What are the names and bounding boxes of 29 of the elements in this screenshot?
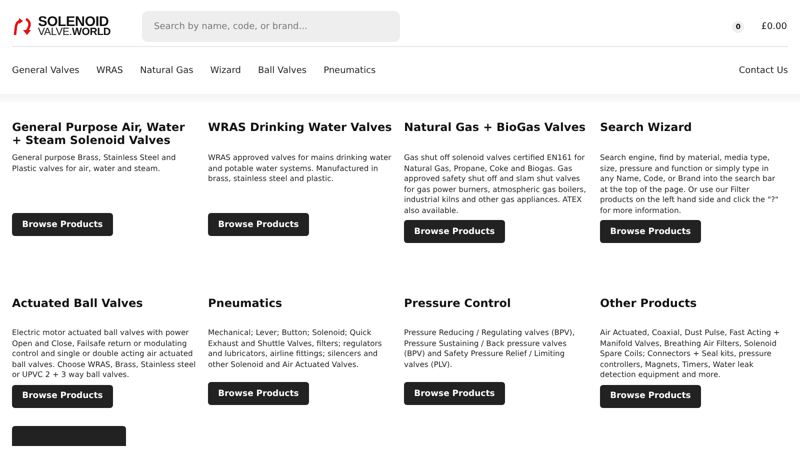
browse-button[interactable]: Browse Products <box>404 220 505 243</box>
browse-button[interactable]: Browse Products <box>404 382 505 405</box>
cart-total[interactable]: £0.00 <box>761 22 787 32</box>
category-title: Pressure Control <box>404 298 512 312</box>
browse-button[interactable] <box>12 426 126 446</box>
category-title: Natural Gas + BioGas Valves <box>404 122 587 136</box>
nav-link[interactable]: Natural Gas <box>140 66 194 76</box>
browse-button[interactable]: Browse Products <box>600 220 701 243</box>
category-title: Other Products <box>600 298 698 312</box>
browse-button[interactable]: Browse Products <box>208 382 309 405</box>
nav-link[interactable]: WRAS <box>96 66 124 76</box>
category-title: Pneumatics <box>208 298 284 312</box>
browse-button[interactable]: Browse Products <box>12 384 113 408</box>
browse-button[interactable]: Browse Products <box>208 213 309 236</box>
category-title: Search Wizard <box>600 122 693 136</box>
nav-link[interactable]: Wizard <box>210 66 241 76</box>
category-title: General Purpose Air, Water + Steam Solenoid Valves <box>12 122 186 147</box>
nav-link[interactable]: Pneumatics <box>324 66 376 76</box>
logo-icon <box>12 16 34 36</box>
search-field[interactable]: Search by name, code, or brand... <box>142 11 400 42</box>
contact-link[interactable]: Contact Us <box>738 66 788 76</box>
browse-button[interactable]: Browse Products <box>12 213 113 236</box>
logo-subtext: VALVE.WORLD <box>38 26 111 38</box>
browse-button[interactable]: Browse Products <box>600 384 701 408</box>
category-title: WRAS Drinking Water Valves <box>208 122 392 136</box>
logo-text: SOLENOID <box>38 16 109 26</box>
category-title: Actuated Ball Valves <box>12 298 144 312</box>
nav-link[interactable]: Ball Valves <box>258 66 307 76</box>
nav-link[interactable]: General Valves <box>12 66 80 76</box>
